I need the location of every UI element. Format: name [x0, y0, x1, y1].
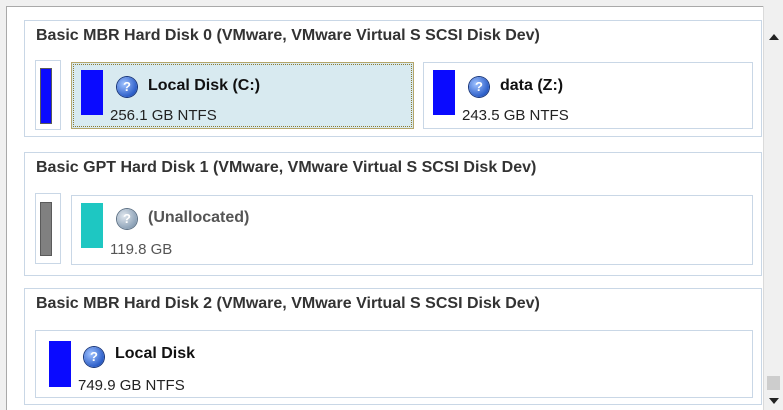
disk-0-title: Basic MBR Hard Disk 0 (VMware, VMware Vi… [36, 27, 540, 44]
question-icon: ? [84, 347, 104, 367]
disk-1-gpt-bar [40, 202, 52, 256]
disk-map-panel: Basic MBR Hard Disk 0 (VMware, VMware Vi… [6, 6, 763, 410]
vertical-scrollbar[interactable] [763, 6, 783, 410]
partition-unallocated-size: 119.8 GB [110, 241, 173, 258]
disk-0-mbr-block[interactable] [35, 60, 61, 130]
partition-data-z[interactable]: ? data (Z:) 243.5 GB NTFS [423, 62, 753, 129]
partition-unallocated-name: (Unallocated) [148, 209, 250, 226]
partition-unallocated[interactable]: ? (Unallocated) 119.8 GB [71, 195, 753, 265]
disk-2-title: Basic MBR Hard Disk 2 (VMware, VMware Vi… [36, 295, 540, 312]
scroll-down-arrow-icon[interactable] [769, 398, 779, 404]
partition-c-size: 256.1 GB NTFS [110, 107, 217, 124]
partition-local-disk-size: 749.9 GB NTFS [78, 377, 185, 394]
disk-2-panel[interactable]: Basic MBR Hard Disk 2 (VMware, VMware Vi… [24, 288, 762, 405]
disk-0-mbr-bar [40, 68, 52, 124]
question-icon: ? [117, 209, 137, 229]
question-icon: ? [469, 77, 489, 97]
scroll-up-arrow-icon[interactable] [769, 34, 779, 40]
disk-1-panel[interactable]: Basic GPT Hard Disk 1 (VMware, VMware Vi… [24, 152, 762, 276]
partition-c-usage-bar [81, 70, 103, 115]
partition-unallocated-bar [81, 203, 103, 248]
partition-local-disk-c[interactable]: ? Local Disk (C:) 256.1 GB NTFS [71, 62, 414, 129]
partition-c-name: Local Disk (C:) [148, 77, 261, 94]
partition-local-disk-bar [49, 341, 71, 387]
partition-local-disk-name: Local Disk [115, 345, 196, 362]
question-icon: ? [117, 77, 137, 97]
partition-z-name: data (Z:) [500, 77, 564, 94]
scrollbar-thumb[interactable] [767, 376, 780, 390]
partition-z-size: 243.5 GB NTFS [462, 107, 569, 124]
partition-local-disk[interactable]: ? Local Disk 749.9 GB NTFS [35, 330, 753, 398]
disk-1-title: Basic GPT Hard Disk 1 (VMware, VMware Vi… [36, 159, 537, 176]
disk-1-gpt-block[interactable] [35, 193, 61, 264]
partition-z-usage-bar [433, 70, 455, 115]
disk-0-panel[interactable]: Basic MBR Hard Disk 0 (VMware, VMware Vi… [24, 20, 762, 137]
